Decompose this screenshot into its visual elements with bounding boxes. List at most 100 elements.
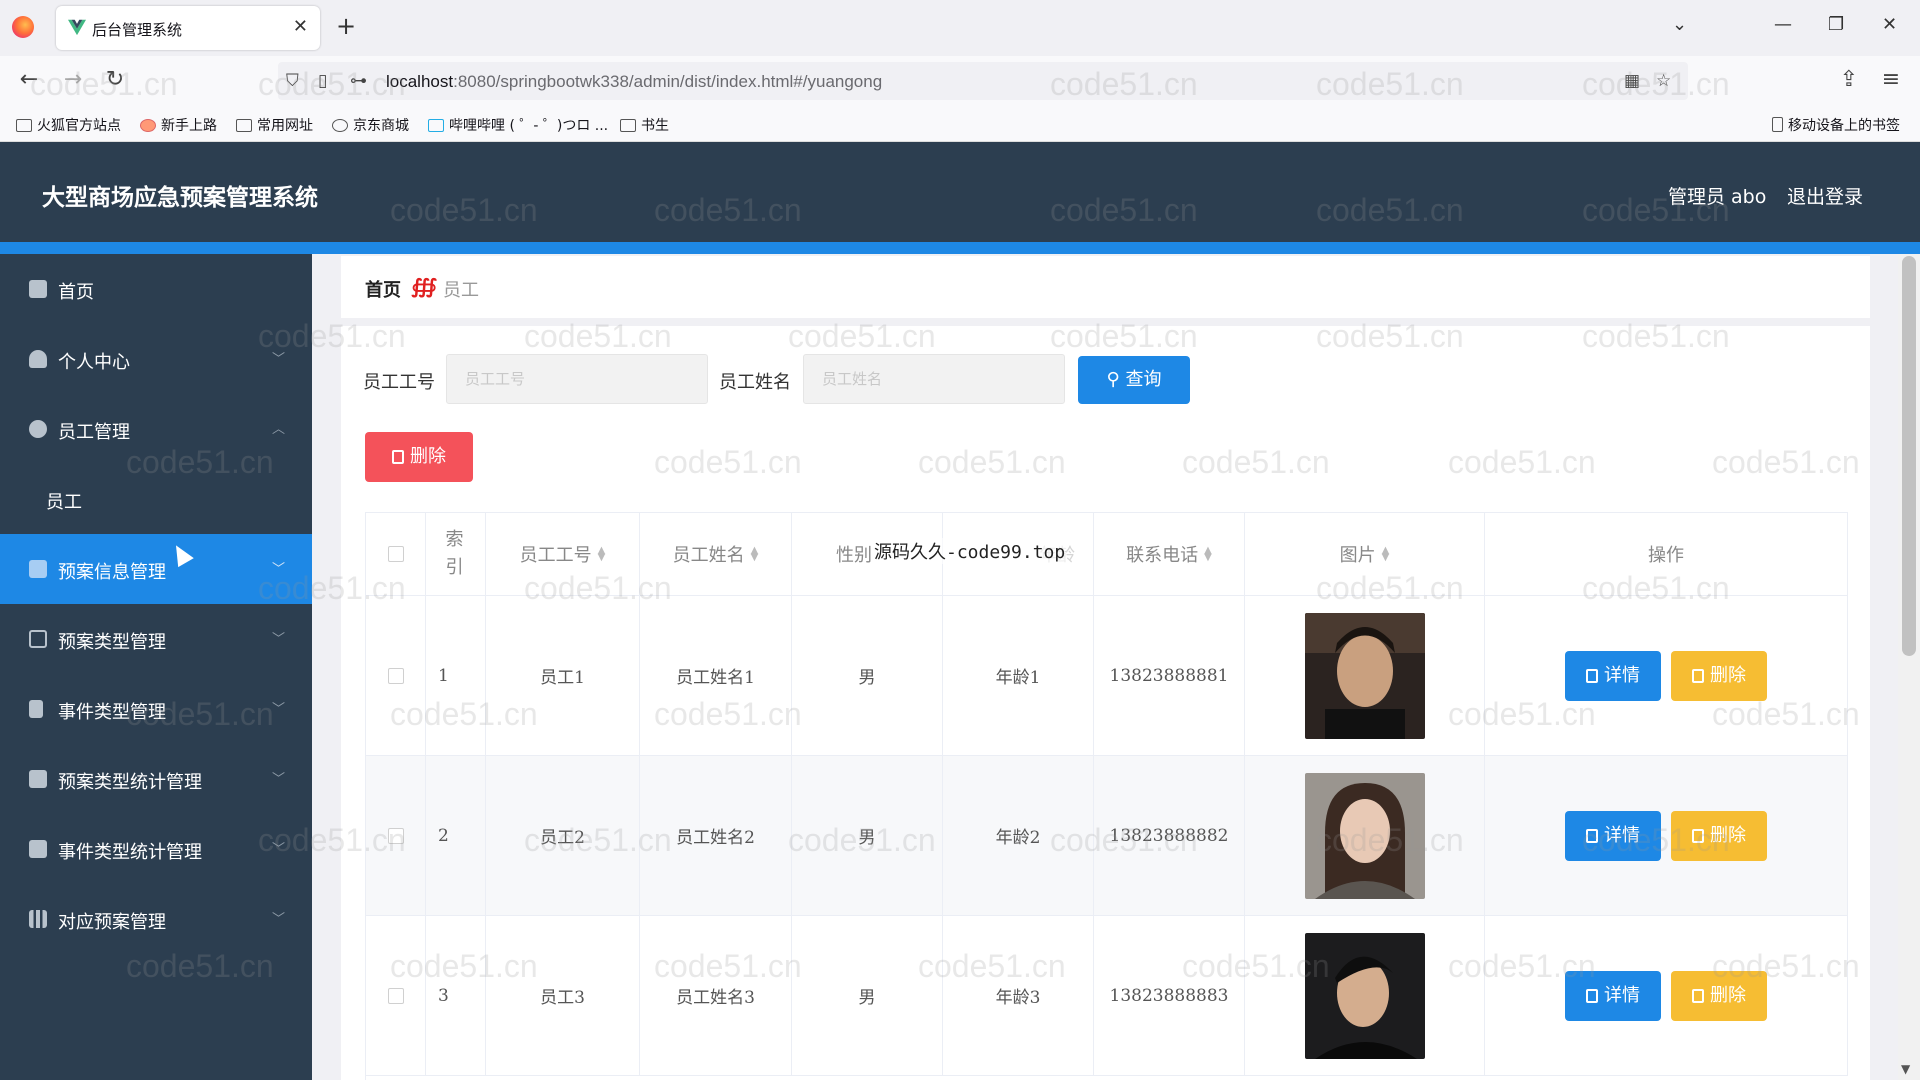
emp-name-input[interactable] bbox=[803, 354, 1065, 404]
th-index: 索引 bbox=[426, 513, 486, 595]
scroll-down-arrow-icon[interactable]: ▼ bbox=[1901, 1062, 1910, 1076]
sidebar-item-employee-mgmt[interactable]: 员工管理 ︿ bbox=[0, 394, 312, 464]
row-delete-button[interactable]: 删除 bbox=[1671, 810, 1767, 861]
cell-emp-name: 员工姓名2 bbox=[640, 756, 792, 915]
row-checkbox[interactable] bbox=[387, 987, 404, 1004]
firefox-logo-icon[interactable] bbox=[12, 16, 34, 38]
detail-button[interactable]: 详情 bbox=[1565, 970, 1661, 1021]
sidebar-item-plan-type-mgmt[interactable]: 预案类型管理 ﹀ bbox=[0, 604, 312, 674]
mobile-bookmarks[interactable]: 移动设备上的书签 bbox=[1772, 115, 1900, 135]
breadcrumb-home[interactable]: 首页 bbox=[365, 276, 401, 302]
chevron-down-icon: ﹀ bbox=[272, 772, 286, 787]
query-button[interactable]: ⚲ 查询 bbox=[1078, 356, 1190, 404]
sort-icon[interactable]: ▲ ▼ bbox=[598, 546, 606, 563]
sort-icon[interactable]: ▲ ▼ bbox=[1382, 546, 1390, 563]
detail-button[interactable]: 详情 bbox=[1565, 650, 1661, 701]
chevron-down-icon: ﹀ bbox=[272, 562, 286, 577]
document-icon bbox=[1586, 988, 1598, 1003]
app-title: 大型商场应急预案管理系统 bbox=[42, 184, 318, 211]
bilibili-icon bbox=[428, 119, 444, 132]
tab-list-chevron-icon[interactable]: ⌄ bbox=[1672, 14, 1687, 35]
url-text[interactable]: localhost:8080/springbootwk338/admin/dis… bbox=[386, 72, 882, 92]
cell-emp-name: 员工姓名3 bbox=[640, 916, 792, 1075]
new-tab-icon[interactable]: + bbox=[336, 12, 356, 40]
back-icon[interactable]: ← bbox=[16, 67, 42, 93]
sidebar-item-home[interactable]: 首页 bbox=[0, 254, 312, 324]
cell-gender: 男 bbox=[792, 756, 943, 915]
app-header: 大型商场应急预案管理系统 管理员 abo 退出登录 bbox=[0, 142, 1920, 242]
sidebar-item-label: 员工管理 bbox=[58, 422, 130, 443]
tab-title: 后台管理系统 bbox=[92, 21, 183, 39]
batch-delete-button[interactable]: 删除 bbox=[365, 432, 473, 482]
monitor-icon bbox=[29, 770, 47, 788]
employee-photo[interactable] bbox=[1304, 932, 1425, 1059]
sidebar-subitem-employee[interactable]: 员工 bbox=[0, 464, 312, 534]
reload-icon[interactable]: ↻ bbox=[102, 67, 128, 93]
center-watermark-text: 源码久久-code99.top bbox=[874, 538, 1066, 564]
bookmark-item[interactable]: 常用网址 bbox=[236, 115, 313, 135]
bookmark-item[interactable]: 新手上路 bbox=[140, 115, 217, 135]
cell-index: 3 bbox=[426, 916, 486, 1075]
sidebar-subitem-label: 员工 bbox=[46, 492, 82, 513]
cell-emp-id: 员工2 bbox=[486, 756, 640, 915]
bookmarks-bar: 火狐官方站点 新手上路 常用网址 京东商城 哔哩哔哩 ( ゜- ゜)つロ ...… bbox=[0, 106, 1920, 142]
emp-id-input[interactable] bbox=[446, 354, 708, 404]
row-checkbox[interactable] bbox=[387, 667, 404, 684]
breadcrumb: 首页 ∰ 员工 bbox=[341, 256, 1870, 318]
sidebar-item-event-type-stats[interactable]: 事件类型统计管理 ﹀ bbox=[0, 814, 312, 884]
detail-button[interactable]: 详情 bbox=[1565, 810, 1661, 861]
page-icon[interactable]: ▯ bbox=[318, 71, 327, 91]
sidebar-item-event-type-mgmt[interactable]: 事件类型管理 ﹀ bbox=[0, 674, 312, 744]
th-photo[interactable]: 图片 ▲ ▼ bbox=[1245, 513, 1485, 595]
address-bar[interactable]: ⛉ ▯ ⊶ localhost:8080/springbootwk338/adm… bbox=[278, 62, 1688, 100]
tab-close-icon[interactable]: ✕ bbox=[293, 16, 308, 37]
employee-photo[interactable] bbox=[1304, 612, 1425, 739]
bookmark-item[interactable]: 哔哩哔哩 ( ゜- ゜)つロ ... bbox=[428, 115, 608, 135]
cell-ops: 详情 删除 bbox=[1485, 596, 1848, 755]
cell-phone: 13823888883 bbox=[1094, 916, 1245, 1075]
select-all-checkbox[interactable] bbox=[387, 546, 404, 562]
employee-photo[interactable] bbox=[1304, 772, 1425, 899]
row-delete-button[interactable]: 删除 bbox=[1671, 650, 1767, 701]
bookmark-star-icon[interactable]: ☆ bbox=[1656, 71, 1671, 91]
browser-nav-bar: ← → ↻ ⛉ ▯ ⊶ localhost:8080/springbootwk3… bbox=[0, 56, 1920, 106]
extensions-icon[interactable]: ⇪ bbox=[1836, 67, 1862, 93]
folder-icon bbox=[16, 119, 32, 132]
window-close-icon[interactable]: ✕ bbox=[1882, 14, 1897, 35]
sort-icon[interactable]: ▲ ▼ bbox=[1204, 546, 1212, 563]
sidebar-item-plan-info-mgmt[interactable]: 预案信息管理 ﹀ bbox=[0, 534, 312, 604]
sort-icon[interactable]: ▲ ▼ bbox=[751, 546, 759, 563]
qr-code-icon[interactable]: ▦ bbox=[1624, 71, 1640, 91]
app-menu-icon[interactable]: ≡ bbox=[1878, 67, 1904, 93]
bookmark-item[interactable]: 京东商城 bbox=[332, 115, 409, 135]
emp-name-label: 员工姓名 bbox=[719, 372, 791, 393]
sidebar-item-label: 预案类型管理 bbox=[58, 632, 166, 653]
th-emp-id[interactable]: 员工工号 ▲ ▼ bbox=[486, 513, 640, 595]
restore-icon[interactable]: ❐ bbox=[1828, 14, 1844, 35]
list-icon bbox=[29, 630, 47, 648]
forward-icon[interactable]: → bbox=[60, 67, 86, 93]
shield-icon[interactable]: ⛉ bbox=[286, 71, 299, 91]
bookmark-item[interactable]: 火狐官方站点 bbox=[16, 115, 121, 135]
bookmark-item[interactable]: 书生 bbox=[620, 115, 669, 135]
scrollbar-thumb[interactable] bbox=[1902, 256, 1916, 656]
permissions-icon[interactable]: ⊶ bbox=[350, 71, 367, 91]
cell-phone: 13823888882 bbox=[1094, 756, 1245, 915]
browser-tab[interactable]: 后台管理系统 ✕ bbox=[56, 6, 320, 50]
sidebar-item-personal-center[interactable]: 个人中心 ﹀ bbox=[0, 324, 312, 394]
minimize-icon[interactable]: — bbox=[1774, 14, 1792, 35]
cell-age: 年龄2 bbox=[943, 756, 1094, 915]
th-emp-name[interactable]: 员工姓名 ▲ ▼ bbox=[640, 513, 792, 595]
cell-photo bbox=[1245, 916, 1485, 1075]
page-scrollbar[interactable]: ▼ bbox=[1898, 254, 1920, 1080]
table-row: 1 员工1 员工姓名1 男 年龄1 13823888881 详情 删除 bbox=[366, 596, 1848, 756]
sidebar-item-matching-plan-mgmt[interactable]: 对应预案管理 ﹀ bbox=[0, 884, 312, 954]
cell-ops: 详情 删除 bbox=[1485, 756, 1848, 915]
chevron-down-icon: ﹀ bbox=[272, 842, 286, 857]
th-phone[interactable]: 联系电话 ▲ ▼ bbox=[1094, 513, 1245, 595]
row-checkbox[interactable] bbox=[387, 827, 404, 844]
row-delete-button[interactable]: 删除 bbox=[1671, 970, 1767, 1021]
sidebar-item-plan-type-stats[interactable]: 预案类型统计管理 ﹀ bbox=[0, 744, 312, 814]
sidebar-item-label: 事件类型统计管理 bbox=[58, 842, 202, 863]
logout-link[interactable]: 退出登录 bbox=[1787, 182, 1863, 209]
